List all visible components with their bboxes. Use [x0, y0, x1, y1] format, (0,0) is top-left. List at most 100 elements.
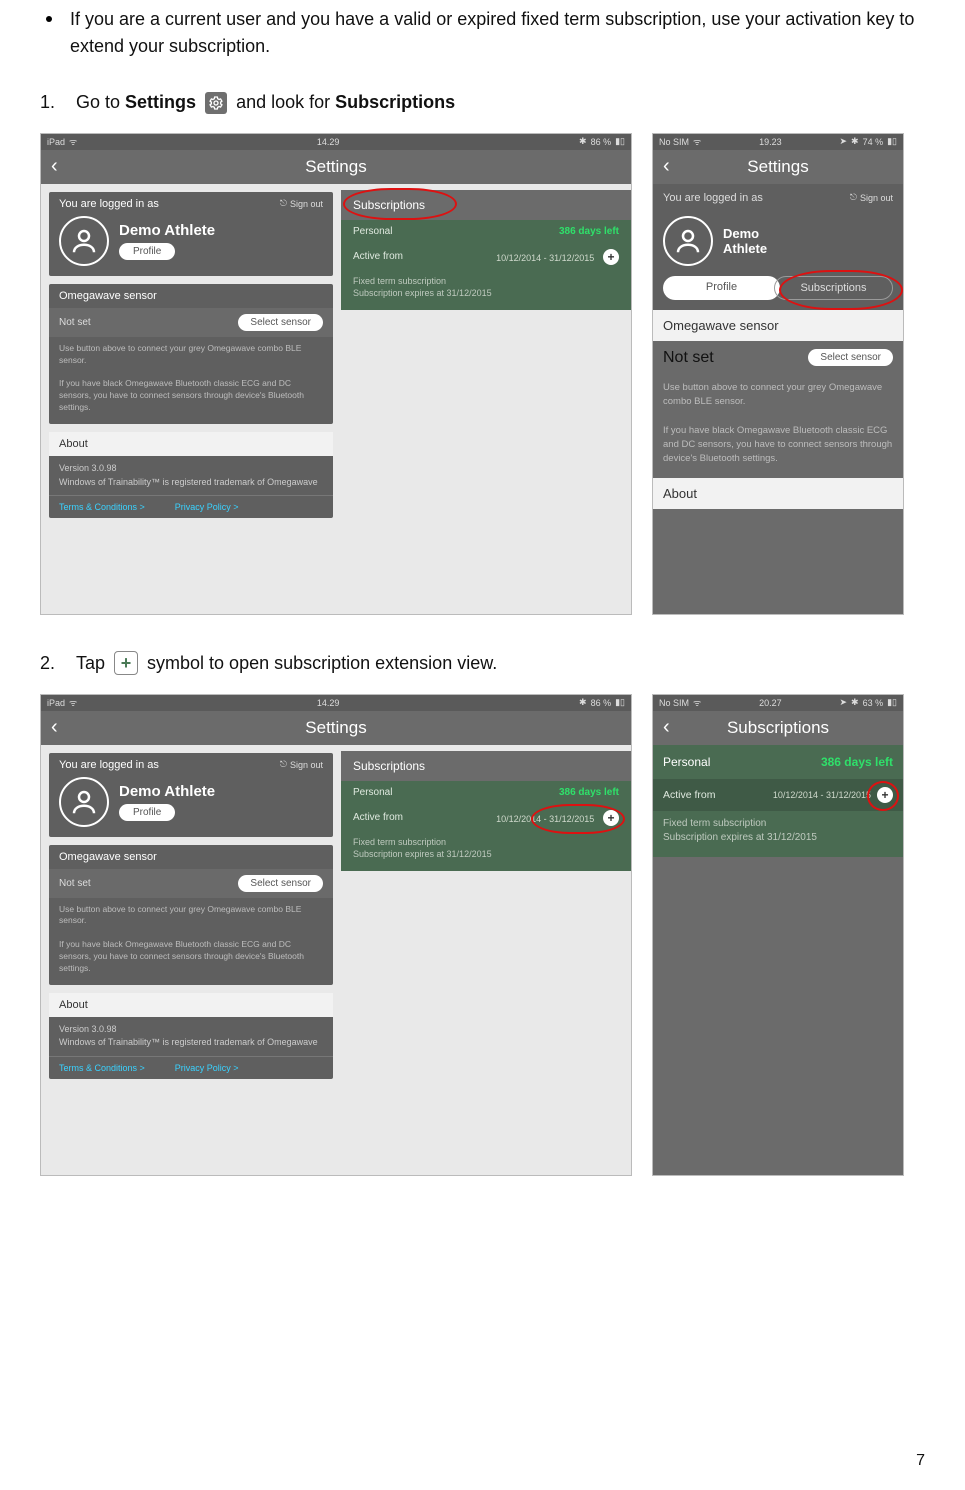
add-subscription-button[interactable]: + [603, 810, 619, 826]
sign-out-button[interactable]: ⎋Sign out [850, 192, 893, 203]
logged-in-label: You are logged in as [663, 192, 763, 204]
screenshot-row-1: iPadᯤ 14.29 ✱86 %▮▯ ‹ Settings You are l… [40, 133, 925, 615]
avatar-icon [59, 216, 109, 266]
signout-icon: ⎋ [280, 198, 287, 209]
terms-link[interactable]: Terms & Conditions > [59, 1063, 145, 1073]
version-label: Version 3.0.98 [59, 462, 323, 476]
step-2-text: Tap + symbol to open subscription extens… [76, 649, 497, 678]
date-range: 10/12/2014 - 31/12/2015 [496, 253, 594, 263]
user-name-line1: Demo [723, 226, 767, 241]
avatar-icon [663, 216, 713, 266]
subscriptions-header[interactable]: Subscriptions [341, 190, 631, 220]
signout-icon: ⎋ [280, 759, 287, 770]
status-bar: No SIMᯤ 20.27 ➤✱63 %▮▯ [653, 695, 903, 711]
sensor-status: Not set [59, 317, 91, 328]
sign-out-button[interactable]: ⎋Sign out [280, 759, 323, 770]
sign-out-button[interactable]: ⎋Sign out [280, 198, 323, 209]
step-number: 2. [40, 649, 62, 678]
status-bar: iPadᯤ 14.29 ✱86 %▮▯ [41, 695, 631, 711]
about-card: About Version 3.0.98 Windows of Trainabi… [49, 432, 333, 518]
step-1-text: Go to Settings and look for Subscription… [76, 88, 455, 117]
back-icon[interactable]: ‹ [663, 155, 670, 178]
battery-icon: ▮▯ [887, 136, 897, 147]
sensor-card: Omegawave sensor Not set Select sensor U… [49, 284, 333, 424]
trademark-label: Windows of Trainability™ is registered t… [59, 1036, 323, 1050]
active-from-label: Active from [663, 789, 716, 801]
wifi-icon: ᯤ [693, 135, 701, 148]
bullet-dot-icon [46, 16, 52, 22]
sensor-header: Omegawave sensor [59, 290, 157, 302]
add-subscription-button[interactable]: + [877, 787, 893, 803]
status-bar: No SIMᯤ 19.23 ➤✱74 %▮▯ [653, 134, 903, 150]
active-from-label: Active from [353, 251, 403, 262]
sensor-card: Omegawave sensor Not set Select sensor U… [49, 845, 333, 985]
trademark-label: Windows of Trainability™ is registered t… [59, 476, 323, 490]
user-card: You are logged in as ⎋Sign out Demo Athl… [49, 753, 333, 837]
title-bar: ‹ Settings [41, 150, 631, 184]
add-subscription-button[interactable]: + [603, 249, 619, 265]
sub-note: Fixed term subscription Subscription exp… [341, 271, 631, 310]
profile-button[interactable]: Profile [119, 804, 175, 821]
step-2: 2. Tap + symbol to open subscription ext… [40, 649, 925, 678]
subscriptions-header[interactable]: Subscriptions [341, 751, 631, 781]
wifi-icon: ᯤ [693, 696, 701, 709]
battery-icon: ▮▯ [615, 697, 625, 708]
bullet-item: If you are a current user and you have a… [40, 6, 925, 60]
sensor-header: Omegawave sensor [59, 851, 157, 863]
about-header: About [59, 999, 88, 1011]
days-left: 386 days left [821, 755, 893, 769]
privacy-link[interactable]: Privacy Policy > [175, 1063, 239, 1073]
ipad-screenshot-2: iPadᯤ 14.29 ✱86 %▮▯ ‹ Settings You are l… [40, 694, 632, 1176]
battery-icon: ▮▯ [887, 697, 897, 708]
select-sensor-button[interactable]: Select sensor [808, 349, 893, 366]
sensor-header: Omegawave sensor [653, 310, 903, 341]
user-card: You are logged in as ⎋Sign out Demo Athl… [49, 192, 333, 276]
empty-area [653, 857, 903, 1175]
page-number: 7 [916, 1452, 925, 1470]
phone-screenshot-1: No SIMᯤ 19.23 ➤✱74 %▮▯ ‹ Settings You ar… [652, 133, 904, 615]
location-icon: ➤ [839, 697, 847, 708]
sensor-help: Use button above to connect your grey Om… [49, 898, 333, 985]
date-range: 10/12/2014 - 31/12/2015 [496, 814, 594, 824]
logged-in-label: You are logged in as [59, 759, 159, 771]
step-1: 1. Go to Settings and look for Subscript… [40, 88, 925, 117]
battery-icon: ▮▯ [615, 136, 625, 147]
user-name-line2: Athlete [723, 241, 767, 256]
plus-icon: + [114, 651, 138, 675]
back-icon[interactable]: ‹ [51, 155, 58, 178]
sub-note: Fixed term subscription Subscription exp… [341, 832, 631, 871]
tab-subscriptions[interactable]: Subscriptions [774, 276, 893, 300]
select-sensor-button[interactable]: Select sensor [238, 314, 323, 331]
bullet-text: If you are a current user and you have a… [70, 6, 925, 60]
sensor-help: Use button above to connect your grey Om… [653, 375, 903, 479]
wifi-icon: ᯤ [69, 135, 77, 148]
sensor-status: Not set [663, 349, 714, 367]
select-sensor-button[interactable]: Select sensor [238, 875, 323, 892]
screenshot-row-2: iPadᯤ 14.29 ✱86 %▮▯ ‹ Settings You are l… [40, 694, 925, 1176]
days-left: 386 days left [559, 226, 619, 237]
page-title: Settings [747, 157, 808, 177]
about-header: About [59, 438, 88, 450]
sub-personal-label: Personal [353, 226, 392, 237]
profile-button[interactable]: Profile [119, 243, 175, 260]
signout-icon: ⎋ [850, 192, 857, 203]
tab-profile[interactable]: Profile [663, 276, 780, 300]
back-icon[interactable]: ‹ [51, 716, 58, 739]
ipad-screenshot-1: iPadᯤ 14.29 ✱86 %▮▯ ‹ Settings You are l… [40, 133, 632, 615]
status-bar: iPadᯤ 14.29 ✱86 %▮▯ [41, 134, 631, 150]
logged-in-label: You are logged in as [59, 198, 159, 210]
about-header: About [653, 478, 903, 509]
page-title: Settings [305, 157, 366, 177]
sub-personal-row: Personal 386 days left [653, 745, 903, 779]
privacy-link[interactable]: Privacy Policy > [175, 502, 239, 512]
title-bar: ‹ Settings [653, 150, 903, 184]
back-icon[interactable]: ‹ [663, 716, 670, 739]
wifi-icon: ᯤ [69, 696, 77, 709]
gear-icon [205, 92, 227, 114]
version-label: Version 3.0.98 [59, 1023, 323, 1037]
sub-note: Fixed term subscription Subscription exp… [653, 811, 903, 857]
page-title: Subscriptions [727, 718, 829, 738]
location-icon: ➤ [839, 136, 847, 147]
terms-link[interactable]: Terms & Conditions > [59, 502, 145, 512]
page-title: Settings [305, 718, 366, 738]
